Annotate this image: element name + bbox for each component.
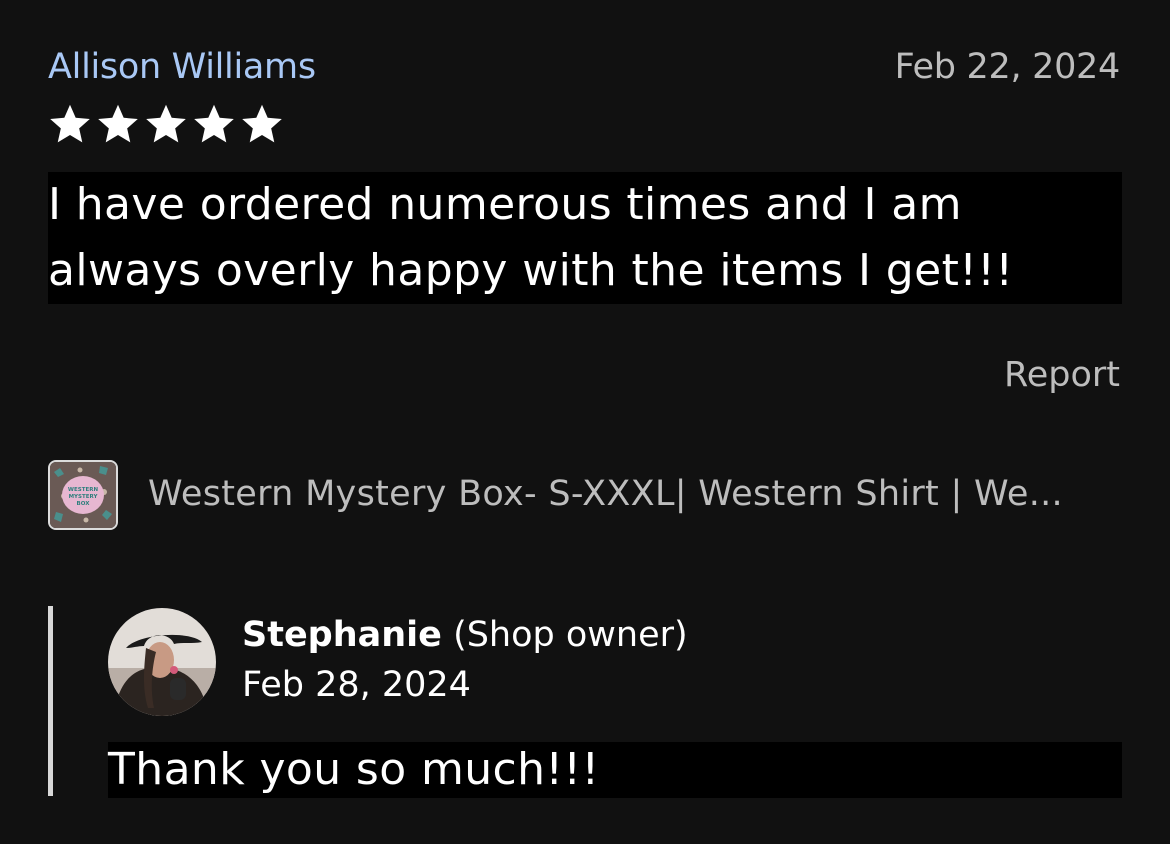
owner-avatar-photo <box>108 608 216 716</box>
reviewer-name[interactable]: Allison Williams <box>48 44 316 90</box>
product-thumbnail-logo: WESTERN <box>68 487 99 493</box>
reply-text: Thank you so much!!! <box>108 742 1122 798</box>
owner-reply: Stephanie (Shop owner) Feb 28, 2024 Than… <box>48 606 1122 798</box>
report-link[interactable]: Report <box>1004 352 1120 398</box>
reply-divider <box>48 606 53 796</box>
review-header: Allison Williams Feb 22, 2024 <box>48 44 1120 90</box>
owner-role: (Shop owner) <box>453 615 688 655</box>
product-thumbnail[interactable]: WESTERN MYSTERY BOX <box>48 460 118 530</box>
star-icon <box>146 104 186 143</box>
product-thumbnail-image: WESTERN MYSTERY BOX <box>50 462 116 528</box>
svg-text:BOX: BOX <box>77 501 91 507</box>
owner-name[interactable]: Stephanie <box>242 615 442 655</box>
star-rating <box>48 102 284 146</box>
star-icon <box>194 104 234 143</box>
star-icon <box>242 104 282 143</box>
svg-text:MYSTERY: MYSTERY <box>69 494 99 500</box>
star-icon <box>50 104 90 143</box>
owner-line: Stephanie (Shop owner) <box>242 612 688 658</box>
avatar[interactable] <box>108 608 216 716</box>
star-icon <box>98 104 138 143</box>
review-text: I have ordered numerous times and I am a… <box>48 172 1122 304</box>
reviewed-product-link[interactable]: WESTERN MYSTERY BOX Western Mystery Box-… <box>48 460 1120 534</box>
review-date: Feb 22, 2024 <box>894 47 1121 87</box>
product-title[interactable]: Western Mystery Box- S-XXXL| Western Shi… <box>148 470 1120 518</box>
reply-date: Feb 28, 2024 <box>242 665 471 705</box>
